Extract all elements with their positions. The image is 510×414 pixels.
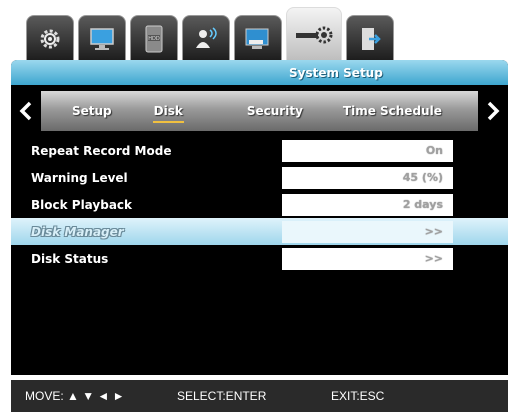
setting-row-block-playback[interactable]: Block Playback 2 days: [11, 191, 508, 218]
icon-tab-exit[interactable]: [346, 15, 394, 61]
icon-tab-settings[interactable]: [26, 15, 74, 61]
chevron-left-icon: [19, 101, 32, 121]
setting-row-disk-status[interactable]: Disk Status >>: [11, 245, 508, 272]
icon-tab-network[interactable]: [234, 15, 282, 61]
setting-row-repeat-record-mode[interactable]: Repeat Record Mode On: [11, 137, 508, 164]
move-hint: MOVE: ▲ ▼ ◄ ►: [25, 389, 125, 403]
setting-value-field[interactable]: 2 days: [282, 193, 453, 216]
settings-panel: System Setup Setup Disk Security Time Sc…: [11, 60, 508, 375]
system-setup-icon: [296, 26, 333, 43]
setting-label: Warning Level: [31, 170, 128, 185]
system-setup-screen: HDD System Setup Setup Disk Security Tim…: [0, 0, 510, 414]
icon-tab-display[interactable]: [78, 15, 126, 61]
setting-label: Disk Status: [31, 251, 109, 266]
chevron-right-icon: [487, 101, 500, 121]
setting-value-field[interactable]: On: [282, 139, 453, 162]
setting-row-warning-level[interactable]: Warning Level 45 (%): [11, 164, 508, 191]
tab-setup[interactable]: Setup: [66, 104, 118, 118]
exit-door-icon: [362, 27, 381, 50]
setting-row-disk-manager[interactable]: Disk Manager >>: [11, 218, 508, 245]
gear-icon: [40, 29, 60, 48]
tab-prev-button[interactable]: [11, 91, 41, 131]
key-hint-bar: MOVE: ▲ ▼ ◄ ► SELECT:ENTER EXIT:ESC: [11, 380, 508, 412]
setting-label: Repeat Record Mode: [31, 143, 172, 158]
monitor-icon: [90, 27, 114, 50]
tab-security[interactable]: Security: [241, 104, 309, 118]
icon-tab-system[interactable]: [286, 7, 342, 61]
exit-hint: EXIT:ESC: [331, 389, 385, 403]
settings-list: Repeat Record Mode On Warning Level 45 (…: [11, 137, 508, 272]
icon-tab-bar: HDD: [26, 7, 398, 61]
setting-open-button[interactable]: >>: [282, 247, 453, 270]
icon-tab-hdd[interactable]: HDD: [130, 15, 178, 61]
tab-next-button[interactable]: [478, 91, 508, 131]
setting-open-button[interactable]: >>: [282, 220, 453, 243]
setting-value-field[interactable]: 45 (%): [282, 166, 453, 189]
icon-tab-user[interactable]: [182, 15, 230, 61]
hdd-icon: HDD: [145, 25, 163, 52]
tab-time-schedule[interactable]: Time Schedule: [337, 104, 448, 118]
select-hint: SELECT:ENTER: [177, 389, 267, 403]
user-network-icon: [196, 26, 217, 48]
setting-label: Disk Manager: [31, 224, 124, 239]
setting-label: Block Playback: [31, 197, 133, 212]
svg-text:HDD: HDD: [148, 36, 160, 42]
page-title: System Setup: [11, 60, 508, 85]
tab-disk[interactable]: Disk: [148, 104, 189, 123]
network-screen-icon: [245, 28, 269, 49]
sub-tab-bar: Setup Disk Security Time Schedule: [11, 91, 508, 131]
